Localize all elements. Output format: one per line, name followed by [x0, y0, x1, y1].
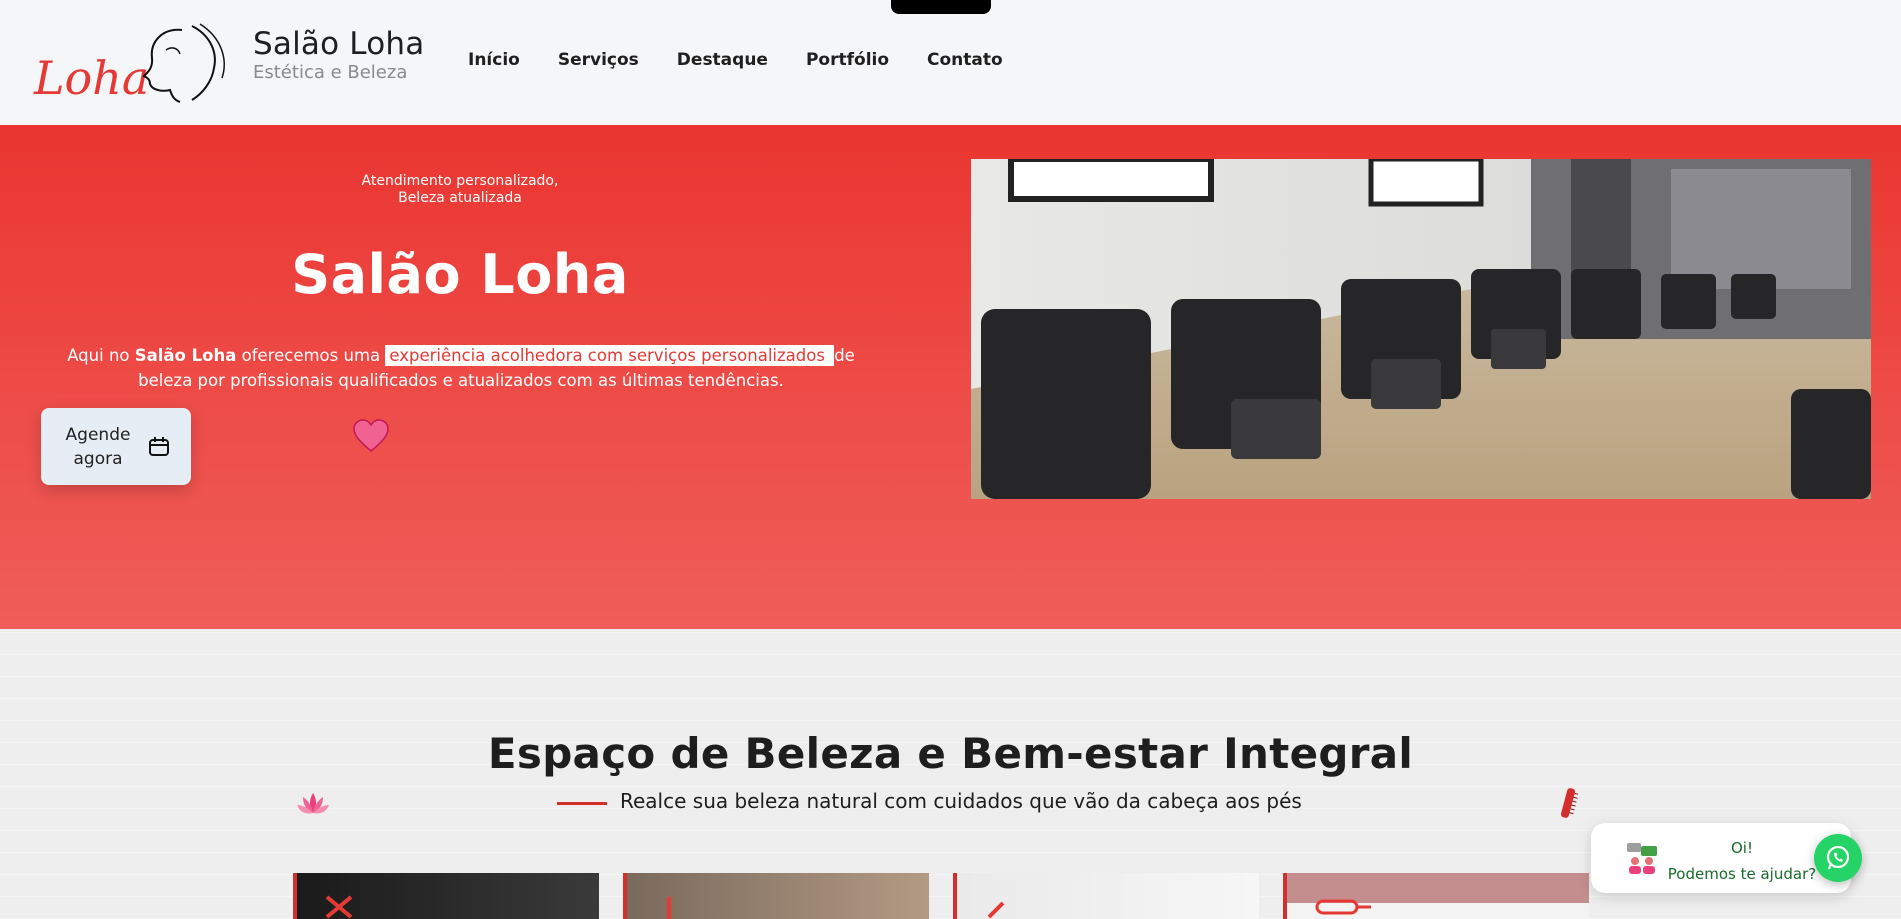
hero-tagline: Atendimento personalizado, Beleza atuali… [360, 173, 560, 207]
tagline-line-1: Atendimento personalizado, [361, 173, 559, 189]
brand-subtitle: Estética e Beleza [253, 62, 408, 83]
schedule-button[interactable]: Agende agora [41, 408, 191, 485]
top-tab[interactable] [891, 0, 991, 14]
razor-icon [987, 901, 1005, 919]
section-divider [557, 802, 607, 805]
hero: Atendimento personalizado, Beleza atuali… [0, 125, 1901, 629]
nav-contato[interactable]: Contato [927, 50, 1003, 70]
nav-destaque[interactable]: Destaque [677, 50, 768, 70]
hero-text-mid: oferecemos uma [236, 346, 386, 365]
tagline-line-2: Beleza atualizada [398, 190, 522, 206]
hero-description: Aqui no Salão Loha oferecemos uma experi… [40, 343, 882, 393]
site-header: Loha Salão Loha Estética e Beleza Início… [0, 0, 1901, 125]
service-card-4[interactable] [1283, 873, 1589, 919]
chat-people-icon [1627, 843, 1657, 874]
scissors-icon [325, 895, 353, 919]
comb-icon [1560, 788, 1578, 818]
nail-polish-icon [667, 897, 671, 919]
nav-servicos[interactable]: Serviços [558, 50, 639, 70]
calendar-icon [149, 436, 169, 456]
brand: Salão Loha Estética e Beleza [253, 26, 424, 84]
hero-text-pre: Aqui no [67, 346, 135, 365]
schedule-button-label: Agende agora [65, 424, 131, 469]
salon-photo [971, 159, 1871, 499]
whatsapp-icon [1826, 845, 1850, 870]
service-card-2[interactable] [623, 873, 929, 919]
service-card-3[interactable] [953, 873, 1259, 919]
hair-dryer-icon [1315, 899, 1371, 915]
service-card-1[interactable] [293, 873, 599, 919]
main-nav: Início Serviços Destaque Portfólio Conta… [468, 50, 1003, 70]
nav-inicio[interactable]: Início [468, 50, 520, 70]
lotus-icon [297, 793, 329, 814]
hero-title: Salão Loha [291, 243, 629, 306]
brand-name: Salão Loha [253, 26, 425, 62]
nav-portfolio[interactable]: Portfólio [806, 50, 889, 70]
logo[interactable]: Loha [32, 20, 232, 104]
chat-widget[interactable]: Oi! Podemos te ajudar? [1591, 823, 1851, 893]
chat-greeting: Oi! [1731, 839, 1753, 857]
logo-text: Loha [33, 51, 149, 104]
heart-icon [353, 419, 389, 452]
chat-text: Oi! Podemos te ajudar? [1667, 835, 1817, 887]
hero-text-highlight: experiência acolhedora com serviços pers… [385, 345, 835, 366]
section-subtitle: Realce sua beleza natural com cuidados q… [620, 789, 1302, 813]
chat-question: Podemos te ajudar? [1667, 865, 1817, 883]
whatsapp-button[interactable] [1814, 834, 1862, 882]
hero-text-brand: Salão Loha [134, 346, 237, 365]
section-title: Espaço de Beleza e Bem-estar Integral [487, 729, 1414, 778]
